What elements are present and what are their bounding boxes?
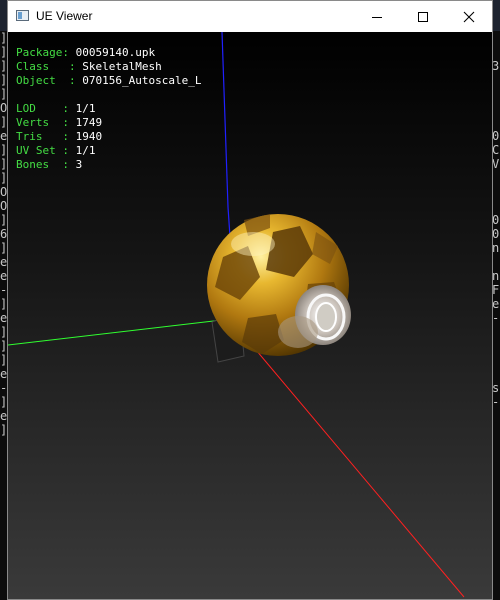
app-window-icon <box>16 10 29 21</box>
console-line-right <box>492 437 500 451</box>
console-line-right: n <box>492 269 500 283</box>
console-line-right <box>492 353 500 367</box>
console-line-right <box>492 73 500 87</box>
console-line-right <box>492 171 500 185</box>
z-axis <box>221 32 229 208</box>
console-line-right <box>492 31 500 45</box>
mesh-info-overlay: Package: 00059140.upk Class : SkeletalMe… <box>16 46 201 172</box>
info-package: Package: 00059140.upk <box>16 46 156 59</box>
console-line-right: 0 <box>492 129 500 143</box>
console-line-right: - <box>492 395 500 409</box>
info-tris: Tris : 1940 <box>16 130 103 143</box>
3d-viewport[interactable]: Package: 00059140.upk Class : SkeletalMe… <box>8 32 492 599</box>
title-bar[interactable]: UE Viewer <box>8 1 492 32</box>
console-line-right <box>492 325 500 339</box>
console-line-right <box>492 451 500 465</box>
console-line-right <box>492 199 500 213</box>
minimize-button[interactable] <box>354 1 400 32</box>
info-object: Object : 070156_Autoscale_L <box>16 74 202 87</box>
console-line-right: 0 <box>492 213 500 227</box>
console-line-right: F <box>492 283 500 297</box>
console-line-right: n <box>492 241 500 255</box>
y-axis <box>8 319 223 346</box>
console-line-right: 3 <box>492 59 500 73</box>
console-line-right <box>492 87 500 101</box>
console-line-right: 0 <box>492 227 500 241</box>
z-axis-lower <box>227 206 231 238</box>
x-axis <box>255 349 465 598</box>
console-line-right <box>492 255 500 269</box>
close-icon <box>463 11 475 22</box>
background-console-right: 30CV00nnFe-s- <box>492 31 500 600</box>
console-line-right <box>492 185 500 199</box>
console-line-right <box>492 367 500 381</box>
maximize-button[interactable] <box>400 1 446 32</box>
console-line-right: s <box>492 381 500 395</box>
console-line-right <box>492 409 500 423</box>
info-class: Class : SkeletalMesh <box>16 60 162 73</box>
console-line-right: - <box>492 311 500 325</box>
console-line-right: C <box>492 143 500 157</box>
close-button[interactable] <box>446 1 492 32</box>
console-line-right <box>492 339 500 353</box>
console-line-right <box>492 423 500 437</box>
window-title: UE Viewer <box>36 9 93 23</box>
info-verts: Verts : 1749 <box>16 116 103 129</box>
minimize-icon <box>372 16 382 18</box>
maximize-icon <box>418 11 428 22</box>
info-bones: Bones : 3 <box>16 158 83 171</box>
info-lod: LOD : 1/1 <box>16 102 96 115</box>
console-line-right <box>492 101 500 115</box>
ue-viewer-window: UE Viewer Package: 00059140.upk Class: … <box>7 0 493 600</box>
console-line-right: V <box>492 157 500 171</box>
console-line-right: e <box>492 297 500 311</box>
console-line-right <box>492 45 500 59</box>
console-line-right <box>492 115 500 129</box>
info-uvset: UV Set : 1/1 <box>16 144 96 157</box>
